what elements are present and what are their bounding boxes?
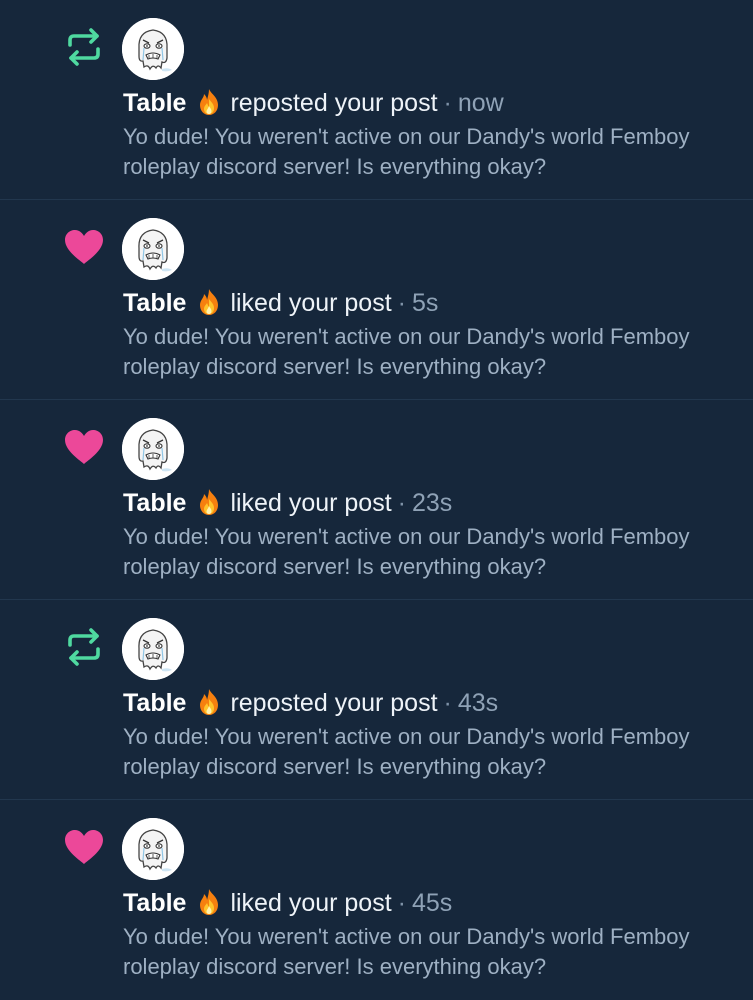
post-preview: Yo dude! You weren't active on our Dandy… — [123, 324, 690, 379]
heart-icon — [62, 425, 106, 469]
notification-item[interactable]: Table reposted your post · now Yo dude! You… — [0, 0, 753, 200]
notification-action: reposted your post — [230, 689, 438, 717]
timestamp: 45s — [411, 889, 453, 917]
author-name[interactable]: Table — [123, 689, 186, 717]
notification-action: liked your post — [230, 289, 392, 317]
notification-item[interactable]: Table reposted your post · 43s Yo dude! You… — [0, 600, 753, 800]
post-preview: Yo dude! You weren't active on our Dandy… — [123, 724, 690, 779]
notification-headline: Table liked your post · 45s — [123, 886, 452, 920]
fire-icon — [194, 887, 224, 917]
separator-dot: · — [397, 289, 406, 317]
author-name[interactable]: Table — [123, 889, 186, 917]
avatar[interactable] — [122, 418, 184, 480]
notification-headline: Table reposted your post · now — [123, 86, 504, 120]
fire-icon — [194, 687, 224, 717]
post-preview: Yo dude! You weren't active on our Dandy… — [123, 124, 690, 179]
avatar[interactable] — [122, 18, 184, 80]
notifications-feed: Table reposted your post · now Yo dude! You… — [0, 0, 753, 1000]
notification-action: liked your post — [230, 889, 392, 917]
author-name[interactable]: Table — [123, 489, 186, 517]
separator-dot: · — [397, 889, 406, 917]
notification-item[interactable]: Table liked your post · 5s Yo dude! You wer… — [0, 200, 753, 400]
separator-dot: · — [443, 689, 452, 717]
fire-icon — [194, 87, 224, 117]
author-name[interactable]: Table — [123, 89, 186, 117]
repost-icon — [62, 625, 106, 669]
timestamp: now — [457, 89, 504, 117]
notification-headline: Table liked your post · 23s — [123, 486, 452, 520]
post-preview: Yo dude! You weren't active on our Dandy… — [123, 924, 690, 979]
author-name[interactable]: Table — [123, 289, 186, 317]
separator-dot: · — [397, 489, 406, 517]
repost-icon — [62, 25, 106, 69]
timestamp: 5s — [411, 289, 439, 317]
avatar[interactable] — [122, 218, 184, 280]
notification-headline: Table liked your post · 5s — [123, 286, 438, 320]
avatar[interactable] — [122, 618, 184, 680]
fire-icon — [194, 487, 224, 517]
notification-headline: Table reposted your post · 43s — [123, 686, 498, 720]
heart-icon — [62, 825, 106, 869]
timestamp: 23s — [411, 489, 453, 517]
post-preview: Yo dude! You weren't active on our Dandy… — [123, 524, 690, 579]
avatar[interactable] — [122, 818, 184, 880]
heart-icon — [62, 225, 106, 269]
notification-item[interactable]: Table liked your post · 23s Yo dude! You we… — [0, 400, 753, 600]
timestamp: 43s — [457, 689, 499, 717]
separator-dot: · — [443, 89, 452, 117]
fire-icon — [194, 287, 224, 317]
notification-action: liked your post — [230, 489, 392, 517]
notification-action: reposted your post — [230, 89, 438, 117]
notification-item[interactable]: Table liked your post · 45s Yo dude! You we… — [0, 800, 753, 1000]
